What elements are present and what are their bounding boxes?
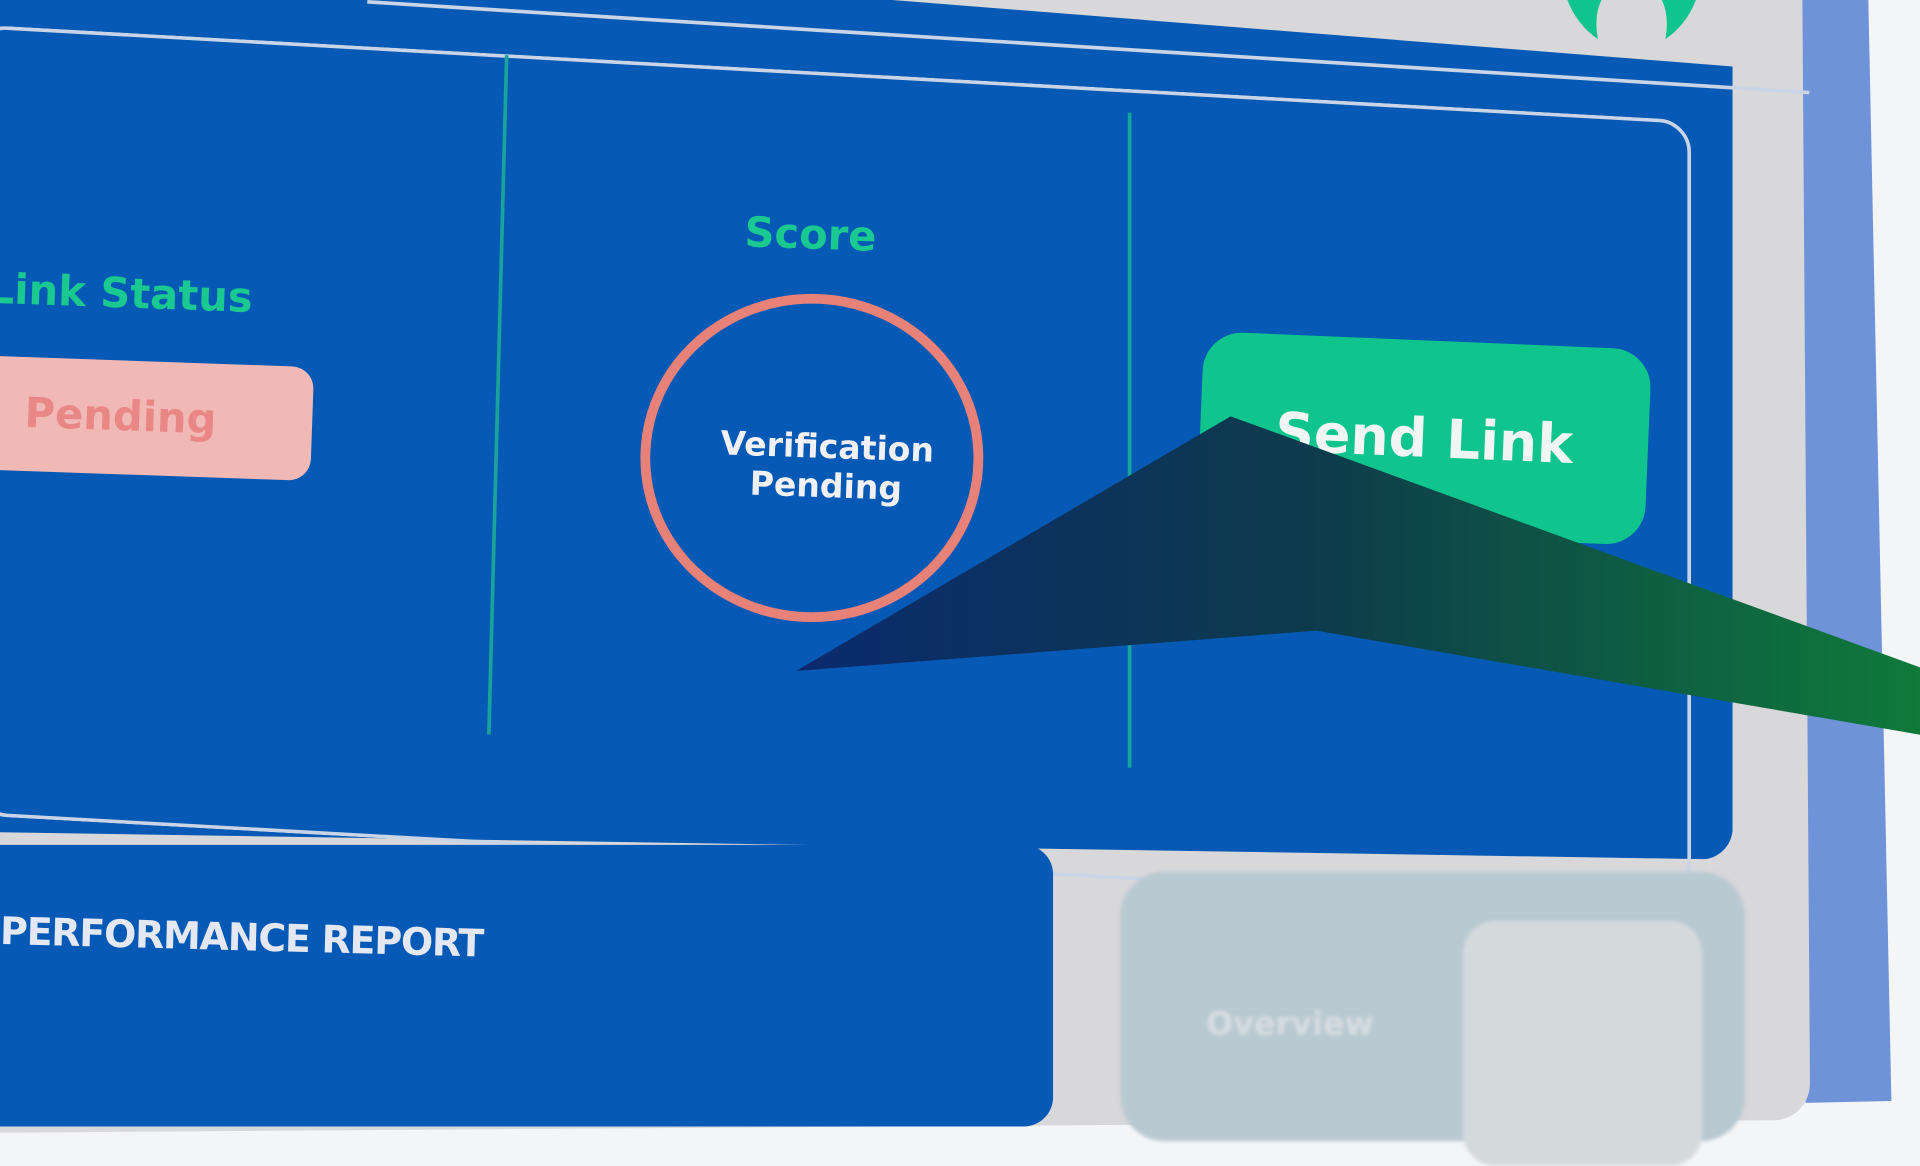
link-status-label: Link Status [0,264,254,323]
link-status-badge: Pending [0,355,315,481]
performance-report-title: PERFORMANCE REPORT [0,909,484,967]
column-divider [1127,112,1132,768]
overview-card[interactable]: Overview [1120,871,1745,1166]
score-label: Score [743,208,878,262]
score-value: Verification Pending [719,424,935,509]
logo-icon [1567,0,1696,40]
link-status-value: Pending [23,388,218,445]
performance-report-card[interactable]: PERFORMANCE REPORT [0,844,1054,1127]
send-link-button[interactable]: Send Link [1196,331,1653,546]
overview-label: Overview [1206,1006,1374,1044]
overview-widget [1463,920,1703,1166]
